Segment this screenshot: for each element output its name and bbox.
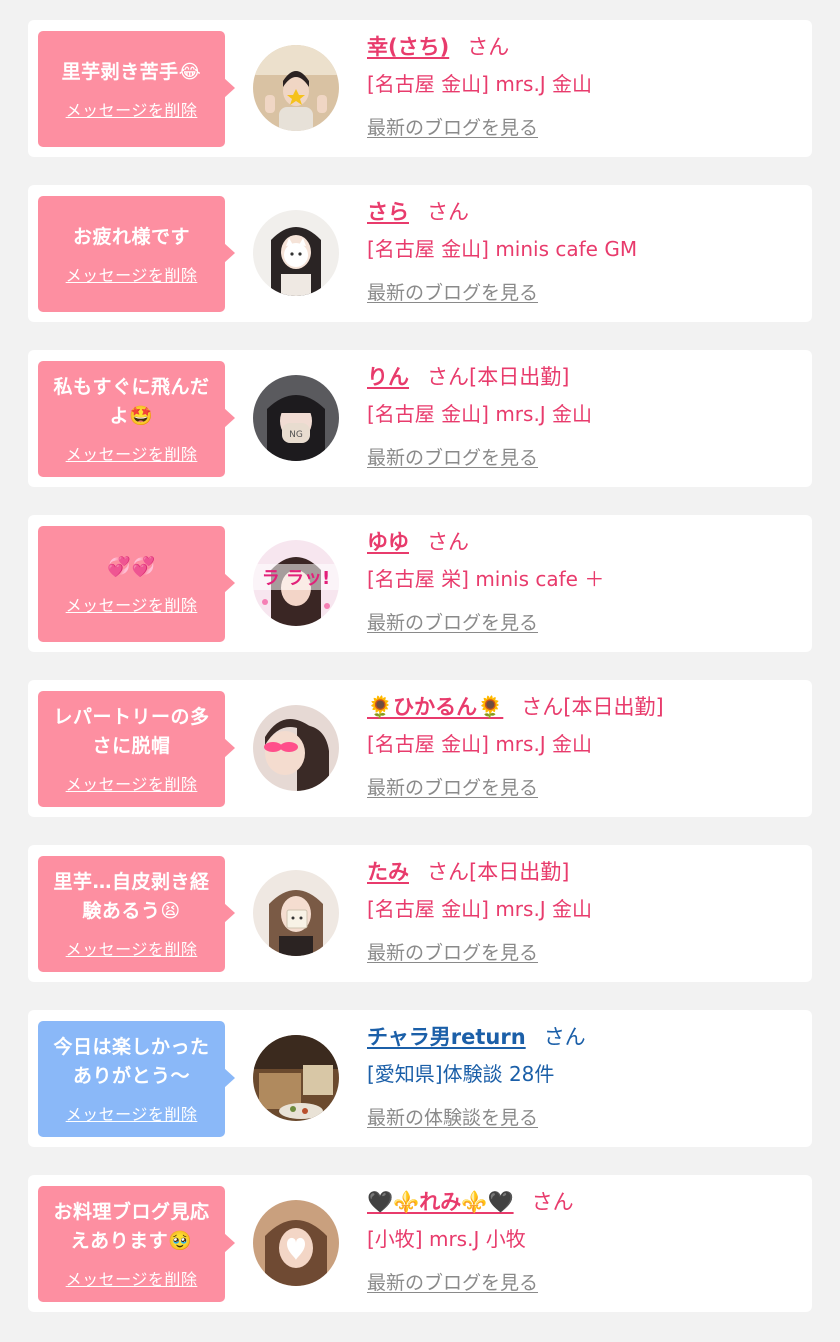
shop-label: [名古屋 金山] mrs.J 金山	[367, 897, 593, 921]
honorific-label: さん	[543, 1025, 586, 1049]
message-text: 💞💞	[107, 555, 156, 578]
avatar[interactable]	[253, 705, 339, 791]
message-bubble: 私もすぐに飛んだよ🤩 メッセージを削除	[38, 361, 235, 477]
delete-message-link[interactable]: メッセージを削除	[66, 1266, 198, 1290]
message-text: 今日は楽しかったありがとう〜	[53, 1036, 210, 1087]
latest-blog-link[interactable]: 最新のブログを見る	[367, 278, 538, 305]
message-bubble: 里芋剥き苦手😂 メッセージを削除	[38, 31, 235, 147]
avatar[interactable]	[253, 210, 339, 296]
honorific-label: さん[本日出勤]	[427, 860, 570, 884]
avatar[interactable]	[253, 1200, 339, 1286]
shop-label: [小牧] mrs.J 小牧	[367, 1227, 526, 1251]
message-text: お疲れ様です	[72, 225, 190, 248]
honorific-label: さん	[427, 530, 469, 554]
message-text: レパートリーの多さに脱帽	[53, 706, 210, 757]
avatar[interactable]	[253, 870, 339, 956]
message-card: 💞💞 メッセージを削除 ラ ラッ! ゆゆ さん [名古屋 栄] minis ca…	[28, 515, 812, 652]
user-name-link[interactable]: 🌻ひかるん🌻	[367, 691, 503, 721]
message-bubble: 今日は楽しかったありがとう〜 メッセージを削除	[38, 1021, 235, 1137]
latest-blog-link[interactable]: 最新のブログを見る	[367, 113, 538, 140]
user-name-link[interactable]: 🖤⚜️れみ⚜️🖤	[367, 1186, 514, 1216]
latest-blog-link[interactable]: 最新のブログを見る	[367, 773, 538, 800]
delete-message-link[interactable]: メッセージを削除	[66, 592, 198, 616]
message-text: お料理ブログ見応えあります🥹	[53, 1201, 210, 1252]
user-name-link[interactable]: たみ	[367, 856, 409, 886]
message-text: 私もすぐに飛んだよ🤩	[53, 376, 210, 427]
latest-blog-link[interactable]: 最新のブログを見る	[367, 1268, 538, 1295]
message-bubble: お料理ブログ見応えあります🥹 メッセージを削除	[38, 1186, 235, 1302]
user-name-link[interactable]: チャラ男return	[367, 1021, 526, 1051]
honorific-label: さん	[531, 1190, 574, 1214]
user-name-link[interactable]: りん	[367, 361, 409, 391]
message-card: 里芋…自皮剥き経験あるう😫 メッセージを削除 たみ さん[本日出勤] [名古屋 …	[28, 845, 812, 982]
card-info: りん さん[本日出勤] [名古屋 金山] mrs.J 金山 最新のブログを見る	[367, 360, 802, 470]
delete-message-link[interactable]: メッセージを削除	[66, 262, 198, 286]
message-bubble: 💞💞 メッセージを削除	[38, 526, 235, 642]
honorific-label: さん[本日出勤]	[427, 365, 570, 389]
card-info: 幸(さち) さん [名古屋 金山] mrs.J 金山 最新のブログを見る	[367, 30, 802, 140]
shop-label: [名古屋 金山] mrs.J 金山	[367, 732, 593, 756]
message-card: 私もすぐに飛んだよ🤩 メッセージを削除 NG りん さん[本日出勤] [名古屋 …	[28, 350, 812, 487]
delete-message-link[interactable]: メッセージを削除	[66, 771, 198, 795]
latest-blog-link[interactable]: 最新のブログを見る	[367, 443, 538, 470]
message-card: お疲れ様です メッセージを削除 さら さん [名古屋 金山] minis caf…	[28, 185, 812, 322]
svg-text:NG: NG	[289, 430, 303, 440]
message-list: 里芋剥き苦手😂 メッセージを削除 幸(さち) さん [名古屋 金山] mrs.J…	[28, 20, 812, 1340]
card-info: 🖤⚜️れみ⚜️🖤 さん [小牧] mrs.J 小牧 最新のブログを見る	[367, 1185, 802, 1295]
shop-label: [名古屋 金山] mrs.J 金山	[367, 402, 593, 426]
honorific-label: さん	[467, 35, 510, 59]
shop-label: [名古屋 金山] mrs.J 金山	[367, 72, 593, 96]
report-count-label: [愛知県]体験談 28件	[367, 1062, 555, 1086]
card-info: たみ さん[本日出勤] [名古屋 金山] mrs.J 金山 最新のブログを見る	[367, 855, 802, 965]
card-info: チャラ男return さん [愛知県]体験談 28件 最新の体験談を見る	[367, 1020, 802, 1130]
user-name-link[interactable]: ゆゆ	[367, 526, 409, 556]
message-card: 里芋剥き苦手😂 メッセージを削除 幸(さち) さん [名古屋 金山] mrs.J…	[28, 20, 812, 157]
message-text: 里芋…自皮剥き経験あるう😫	[53, 871, 210, 922]
avatar[interactable]	[253, 1035, 339, 1121]
message-bubble: お疲れ様です メッセージを削除	[38, 196, 235, 312]
honorific-label: さん	[427, 200, 469, 224]
message-card: 今日は楽しかったありがとう〜 メッセージを削除 チャラ男return さん [愛…	[28, 1010, 812, 1147]
card-info: さら さん [名古屋 金山] minis cafe GM 最新のブログを見る	[367, 195, 802, 305]
user-name-link[interactable]: さら	[367, 196, 409, 226]
message-bubble: 里芋…自皮剥き経験あるう😫 メッセージを削除	[38, 856, 235, 972]
delete-message-link[interactable]: メッセージを削除	[66, 936, 198, 960]
shop-label: [名古屋 金山] minis cafe GM	[367, 237, 638, 261]
latest-blog-link[interactable]: 最新のブログを見る	[367, 608, 538, 635]
delete-message-link[interactable]: メッセージを削除	[66, 97, 198, 121]
shop-label: [名古屋 栄] minis cafe ＋	[367, 567, 605, 591]
message-card: レパートリーの多さに脱帽 メッセージを削除 🌻ひかるん🌻 さん[本日出勤] [名…	[28, 680, 812, 817]
delete-message-link[interactable]: メッセージを削除	[66, 441, 198, 465]
honorific-label: さん[本日出勤]	[521, 695, 664, 719]
svg-text:ラ ラッ!: ラ ラッ!	[262, 568, 330, 589]
card-info: 🌻ひかるん🌻 さん[本日出勤] [名古屋 金山] mrs.J 金山 最新のブログ…	[367, 690, 802, 800]
latest-blog-link[interactable]: 最新のブログを見る	[367, 938, 538, 965]
card-info: ゆゆ さん [名古屋 栄] minis cafe ＋ 最新のブログを見る	[367, 525, 802, 635]
avatar[interactable]	[253, 45, 339, 131]
avatar[interactable]: NG	[253, 375, 339, 461]
message-text: 里芋剥き苦手😂	[61, 60, 202, 83]
delete-message-link[interactable]: メッセージを削除	[66, 1101, 198, 1125]
avatar[interactable]: ラ ラッ!	[253, 540, 339, 626]
user-name-link[interactable]: 幸(さち)	[367, 31, 449, 61]
message-bubble: レパートリーの多さに脱帽 メッセージを削除	[38, 691, 235, 807]
message-card: お料理ブログ見応えあります🥹 メッセージを削除 🖤⚜️れみ⚜️🖤 さん [小牧]…	[28, 1175, 812, 1312]
latest-report-link[interactable]: 最新の体験談を見る	[367, 1103, 538, 1130]
